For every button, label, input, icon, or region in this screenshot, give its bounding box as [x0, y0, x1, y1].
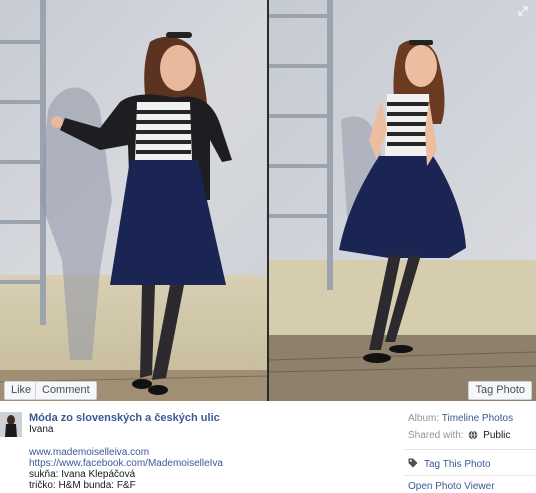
divider [404, 475, 536, 476]
photo-left: Like Comment [0, 0, 267, 401]
shared-label: Shared with: [408, 430, 464, 441]
photo-area[interactable]: Like Comment Tag Photo [0, 0, 536, 401]
description-line: tričko: H&M bunda: F&F [29, 480, 136, 491]
open-photo-viewer-link[interactable]: Open Photo Viewer [408, 481, 495, 492]
photo-footer: Móda zo slovenských a českých ulic Ivana… [0, 401, 536, 493]
like-button[interactable]: Like [4, 381, 39, 400]
uploader-name[interactable]: Ivana [29, 424, 53, 435]
expand-icon[interactable] [518, 6, 528, 19]
shared-row: Shared with: Public [408, 430, 510, 443]
album-link[interactable]: Timeline Photos [442, 413, 513, 424]
tag-this-photo-link[interactable]: Tag This Photo [408, 458, 491, 471]
photo-right-image [269, 0, 536, 401]
description-link-website[interactable]: www.mademoiselleiva.com [29, 447, 149, 458]
privacy-value[interactable]: Public [483, 430, 510, 441]
comment-button[interactable]: Comment [35, 381, 97, 400]
description-line: sukňa: Ivana Klepáčová [29, 469, 136, 480]
divider [404, 449, 536, 450]
description-link-facebook[interactable]: https://www.facebook.com/MademoiselleIva [29, 458, 223, 469]
globe-icon [468, 430, 478, 443]
avatar[interactable] [0, 412, 22, 437]
album-row: Album: Timeline Photos [408, 413, 513, 424]
photo-right: Tag Photo [269, 0, 536, 401]
tag-icon [408, 458, 418, 471]
tag-this-photo-label: Tag This Photo [424, 459, 491, 470]
page-name-link[interactable]: Móda zo slovenských a českých ulic [29, 412, 220, 424]
photo-left-image [0, 0, 267, 401]
album-label: Album: [408, 413, 440, 424]
tag-photo-button[interactable]: Tag Photo [468, 381, 532, 400]
